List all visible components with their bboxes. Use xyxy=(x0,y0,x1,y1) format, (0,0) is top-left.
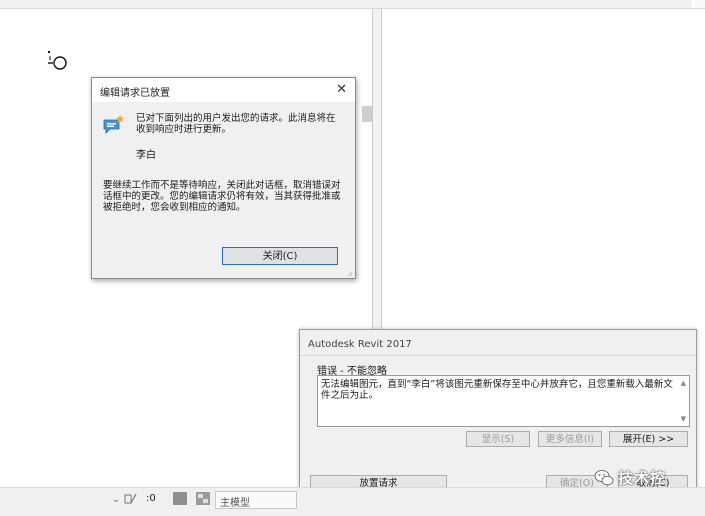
dialog-title-bar: 编辑请求已放置 ✕ xyxy=(92,78,355,102)
selection-count: :0 xyxy=(146,493,156,504)
view-origin-icon xyxy=(48,51,67,70)
dialog-title: Autodesk Revit 2017 xyxy=(308,339,412,350)
error-message: 无法编辑图元，直到“李白”将该图元重新保存至中心并放弃它，且您重新载入最新文件之… xyxy=(321,379,673,401)
more-info-button[interactable]: 更多信息(I) xyxy=(538,431,602,447)
workset-icon[interactable] xyxy=(124,492,138,506)
resize-grip[interactable]: ⣠ xyxy=(347,267,353,276)
scroll-up-icon[interactable]: ▲ xyxy=(681,379,686,387)
active-model-label: 主模型 xyxy=(220,498,250,509)
request-info-text: 要继续工作而不是等待响应，关闭此对话框，取消错误对话框中的更改。您的编辑请求仍将… xyxy=(103,180,341,213)
wechat-icon xyxy=(594,470,614,486)
title-separator xyxy=(300,355,696,356)
edit-request-placed-dialog: 编辑请求已放置 ✕ 已对下面列出的用户发出您的请求。此消息将在收到响应时进行更新… xyxy=(91,77,356,279)
close-icon[interactable]: ✕ xyxy=(336,82,347,97)
filter-icon[interactable] xyxy=(173,492,187,505)
watermark-text: 技术控 xyxy=(618,469,667,487)
scrollbar-thumb[interactable] xyxy=(362,106,372,122)
scroll-down-icon[interactable]: ▼ xyxy=(681,415,686,423)
request-message: 已对下面列出的用户发出您的请求。此消息将在收到响应时进行更新。 xyxy=(136,113,336,135)
dialog-title: 编辑请求已放置 xyxy=(100,88,170,99)
close-button[interactable]: 关闭(C) xyxy=(222,247,338,265)
message-bubble-icon xyxy=(103,115,124,134)
error-message-box[interactable]: 无法编辑图元，直到“李白”将该图元重新保存至中心并放弃它，且您重新载入最新文件之… xyxy=(317,375,690,427)
watermark: 技术控 xyxy=(594,466,698,492)
owner-user-name: 李白 xyxy=(136,150,156,161)
design-option-icon[interactable] xyxy=(196,492,210,505)
expand-button[interactable]: 展开(E) >> xyxy=(609,431,688,447)
chevron-down-icon[interactable]: ⌄ xyxy=(112,494,120,505)
active-model-select[interactable]: 主模型 xyxy=(215,491,297,509)
top-strip xyxy=(0,0,705,9)
show-button[interactable]: 显示(S) xyxy=(466,431,530,447)
